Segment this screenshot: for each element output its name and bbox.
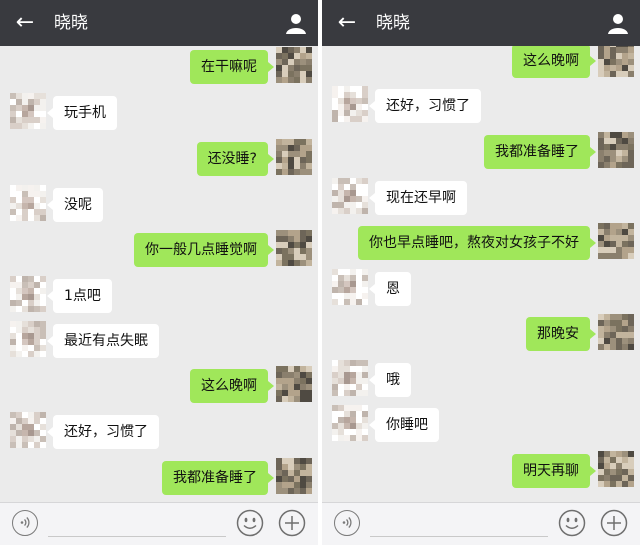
message-bubble[interactable]: 在干嘛呢 xyxy=(190,50,274,84)
avatar[interactable] xyxy=(276,139,312,175)
person-icon[interactable] xyxy=(606,11,630,35)
message-row: 在干嘛呢 xyxy=(0,47,318,87)
chat-title: 晓晓 xyxy=(376,13,410,33)
message-bubble[interactable]: 1点吧 xyxy=(47,279,112,313)
message-row: 你睡吧 xyxy=(322,405,640,445)
avatar[interactable] xyxy=(598,314,634,350)
message-bubble[interactable]: 我都准备睡了 xyxy=(162,461,274,495)
avatar[interactable] xyxy=(276,47,312,83)
emoji-icon[interactable] xyxy=(236,509,264,537)
top-bar: ← 晓晓 xyxy=(322,0,640,46)
avatar[interactable] xyxy=(276,230,312,266)
plus-icon[interactable] xyxy=(278,509,306,537)
message-bubble[interactable]: 明天再聊 xyxy=(512,454,596,488)
message-row: 这么晚啊 xyxy=(322,46,640,81)
chat-panel-right: ← 晓晓 这么晚啊 还好，习惯了 我都准备睡了 现在还早啊 你也早点睡吧，熬夜对… xyxy=(322,0,640,545)
message-row: 我都准备睡了 xyxy=(0,458,318,498)
avatar[interactable] xyxy=(276,458,312,494)
message-bubble[interactable]: 还好，习惯了 xyxy=(47,415,159,449)
message-row: 我都准备睡了 xyxy=(322,132,640,172)
avatar[interactable] xyxy=(598,132,634,168)
message-input[interactable] xyxy=(48,536,226,537)
message-row: 明天再聊 xyxy=(322,451,640,491)
message-bubble[interactable]: 你也早点睡吧，熬夜对女孩子不好 xyxy=(358,226,596,260)
message-row: 最近有点失眠 xyxy=(0,321,318,361)
voice-icon[interactable] xyxy=(12,510,38,536)
avatar[interactable] xyxy=(10,276,46,312)
message-bubble[interactable]: 还没睡? xyxy=(196,142,275,176)
message-row: 现在还早啊 xyxy=(322,178,640,218)
avatar[interactable] xyxy=(332,405,368,441)
avatar[interactable] xyxy=(598,223,634,259)
message-bubble[interactable]: 你一般几点睡觉啊 xyxy=(134,233,274,267)
person-icon[interactable] xyxy=(284,11,308,35)
message-bubble[interactable]: 恩 xyxy=(369,272,411,306)
message-row: 这么晚啊 xyxy=(0,366,318,406)
voice-icon[interactable] xyxy=(334,510,360,536)
message-list[interactable]: 这么晚啊 还好，习惯了 我都准备睡了 现在还早啊 你也早点睡吧，熬夜对女孩子不好… xyxy=(322,46,640,502)
top-bar: ← 晓晓 xyxy=(0,0,318,46)
input-bar xyxy=(0,502,318,545)
message-row: 那晚安 xyxy=(322,314,640,354)
avatar[interactable] xyxy=(10,412,46,448)
plus-icon[interactable] xyxy=(600,509,628,537)
message-row: 你一般几点睡觉啊 xyxy=(0,230,318,270)
message-list[interactable]: 在干嘛呢 玩手机 还没睡? 没呢 你一般几点睡觉啊 1点吧 最近有点失眠 这么晚… xyxy=(0,46,318,502)
message-row: 恩 xyxy=(322,269,640,309)
avatar[interactable] xyxy=(10,321,46,357)
chat-title: 晓晓 xyxy=(54,13,88,33)
message-bubble[interactable]: 这么晚啊 xyxy=(512,46,596,78)
avatar[interactable] xyxy=(10,93,46,129)
avatar[interactable] xyxy=(598,46,634,77)
avatar[interactable] xyxy=(332,178,368,214)
avatar[interactable] xyxy=(332,360,368,396)
avatar[interactable] xyxy=(598,451,634,487)
message-bubble[interactable]: 你睡吧 xyxy=(369,408,439,442)
chat-panel-left: ← 晓晓 在干嘛呢 玩手机 还没睡? 没呢 你一般几点睡觉啊 1点吧 最近有点失… xyxy=(0,0,318,545)
back-arrow-icon[interactable]: ← xyxy=(334,9,360,37)
message-bubble[interactable]: 哦 xyxy=(369,363,411,397)
avatar[interactable] xyxy=(276,366,312,402)
message-input[interactable] xyxy=(370,536,548,537)
message-row: 还好，习惯了 xyxy=(322,86,640,126)
avatar[interactable] xyxy=(10,185,46,221)
message-bubble[interactable]: 没呢 xyxy=(47,188,103,222)
emoji-icon[interactable] xyxy=(558,509,586,537)
input-bar xyxy=(322,502,640,545)
message-bubble[interactable]: 还好，习惯了 xyxy=(369,89,481,123)
message-bubble[interactable]: 玩手机 xyxy=(47,96,117,130)
message-row: 玩手机 xyxy=(0,93,318,133)
back-arrow-icon[interactable]: ← xyxy=(12,9,38,37)
avatar[interactable] xyxy=(332,86,368,122)
avatar[interactable] xyxy=(332,269,368,305)
message-row: 还好，习惯了 xyxy=(0,412,318,452)
message-row: 还没睡? xyxy=(0,139,318,179)
message-row: 哦 xyxy=(322,360,640,400)
message-bubble[interactable]: 现在还早啊 xyxy=(369,181,467,215)
message-bubble[interactable]: 我都准备睡了 xyxy=(484,135,596,169)
message-bubble[interactable]: 这么晚啊 xyxy=(190,369,274,403)
message-row: 你也早点睡吧，熬夜对女孩子不好 xyxy=(322,223,640,263)
message-bubble[interactable]: 那晚安 xyxy=(526,317,596,351)
message-bubble[interactable]: 最近有点失眠 xyxy=(47,324,159,358)
message-row: 没呢 xyxy=(0,185,318,225)
message-row: 1点吧 xyxy=(0,276,318,316)
